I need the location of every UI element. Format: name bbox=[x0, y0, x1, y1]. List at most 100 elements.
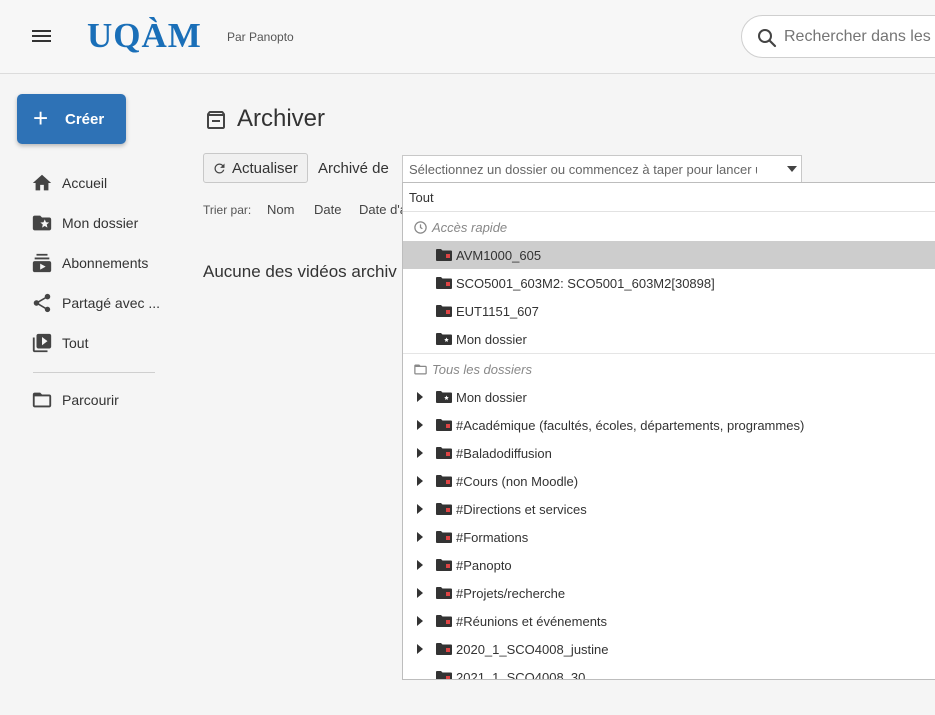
quick-access-label: Accès rapide bbox=[432, 220, 508, 235]
archive-icon bbox=[207, 111, 225, 129]
clock-icon bbox=[414, 221, 427, 234]
folder-label: 2020_1_SCO4008_justine bbox=[456, 642, 609, 657]
folder-icon bbox=[436, 559, 452, 571]
menu-icon[interactable] bbox=[32, 28, 52, 44]
folder-icon bbox=[436, 615, 452, 627]
folder-tree-item[interactable]: #Réunions et événements bbox=[403, 607, 935, 635]
folder-dropdown[interactable]: Tout Accès rapide AVM1000_605 SCO5001_60… bbox=[402, 182, 935, 680]
folder-label: #Panopto bbox=[456, 558, 512, 573]
expand-arrow-icon[interactable] bbox=[417, 504, 423, 514]
sidebar-item-my-folder[interactable]: Mon dossier bbox=[31, 212, 171, 236]
folder-icon bbox=[436, 643, 452, 655]
refresh-icon bbox=[214, 163, 225, 174]
folder-select[interactable]: Sélectionnez un dossier ou commencez à t… bbox=[402, 155, 802, 183]
folder-icon bbox=[436, 503, 452, 515]
folder-outline-icon bbox=[414, 364, 427, 375]
expand-arrow-icon[interactable] bbox=[417, 476, 423, 486]
folder-label: #Projets/recherche bbox=[456, 586, 566, 601]
search-icon bbox=[758, 29, 777, 48]
folder-outline-icon bbox=[32, 392, 52, 408]
expand-arrow-icon[interactable] bbox=[417, 392, 423, 402]
folder-label: #Formations bbox=[456, 530, 529, 545]
sidebar-item-label: Abonnements bbox=[62, 255, 149, 271]
folder-tree-item[interactable]: #Panopto bbox=[403, 551, 935, 579]
refresh-button-label: Actualiser bbox=[232, 160, 298, 177]
folder-tree-item[interactable]: #Académique (facultés, écoles, départeme… bbox=[403, 411, 935, 439]
uqam-logo[interactable]: UQÀM bbox=[87, 16, 202, 56]
all-folders-label: Tous les dossiers bbox=[432, 362, 532, 377]
folder-label: Mon dossier bbox=[456, 332, 527, 347]
folder-star-icon bbox=[436, 333, 452, 345]
folder-icon bbox=[436, 447, 452, 459]
folder-tree-item[interactable]: #Formations bbox=[403, 523, 935, 551]
expand-arrow-icon[interactable] bbox=[417, 616, 423, 626]
search-input[interactable] bbox=[784, 28, 935, 46]
expand-arrow-icon[interactable] bbox=[417, 420, 423, 430]
subscriptions-icon bbox=[32, 253, 52, 273]
sidebar-item-home[interactable]: Accueil bbox=[31, 172, 171, 196]
folder-label: Mon dossier bbox=[456, 390, 527, 405]
sidebar-item-label: Tout bbox=[62, 335, 89, 351]
sidebar-item-label: Accueil bbox=[62, 175, 108, 191]
sidebar-item-label: Parcourir bbox=[62, 392, 119, 408]
page-title-text: Archiver bbox=[237, 105, 326, 132]
expand-arrow-icon[interactable] bbox=[417, 448, 423, 458]
dropdown-option-label: Tout bbox=[409, 190, 434, 205]
folder-icon bbox=[436, 419, 452, 431]
folder-tree-item[interactable]: #Projets/recherche bbox=[403, 579, 935, 607]
folder-icon bbox=[436, 249, 452, 261]
folder-icon bbox=[436, 277, 452, 289]
sidebar-divider bbox=[33, 372, 155, 373]
dropdown-divider bbox=[403, 353, 935, 354]
empty-message: Aucune des vidéos archiv bbox=[203, 262, 397, 281]
quick-access-item[interactable]: EUT1151_607 bbox=[403, 297, 935, 325]
create-button-label: Créer bbox=[65, 111, 105, 128]
quick-access-item[interactable]: SCO5001_603M2: SCO5001_603M2[30898] bbox=[403, 269, 935, 297]
archived-from-label: Archivé de bbox=[318, 160, 389, 177]
sidebar-item-all[interactable]: Tout bbox=[31, 332, 171, 356]
folder-icon bbox=[436, 671, 452, 679]
sidebar-item-subscriptions[interactable]: Abonnements bbox=[31, 252, 171, 276]
quick-access-item[interactable]: AVM1000_605 bbox=[403, 241, 935, 269]
sidebar-item-label: Partagé avec ... bbox=[62, 295, 161, 311]
expand-arrow-icon[interactable] bbox=[417, 588, 423, 598]
expand-arrow-icon[interactable] bbox=[417, 644, 423, 654]
share-icon bbox=[33, 293, 51, 313]
sidebar-item-browse[interactable]: Parcourir bbox=[31, 389, 171, 413]
all-folders-header: Tous les dossiers bbox=[403, 355, 935, 383]
folder-tree-item[interactable]: #Cours (non Moodle) bbox=[403, 467, 935, 495]
create-button[interactable]: + Créer bbox=[17, 94, 126, 144]
sort-option-name[interactable]: Nom bbox=[267, 202, 294, 217]
folder-tree-item[interactable]: #Directions et services bbox=[403, 495, 935, 523]
folder-label: #Cours (non Moodle) bbox=[456, 474, 579, 489]
folder-icon bbox=[436, 305, 452, 317]
folder-icon bbox=[436, 475, 452, 487]
search-box[interactable] bbox=[741, 15, 935, 58]
quick-access-header: Accès rapide bbox=[403, 213, 935, 241]
sort-option-date-archived[interactable]: Date d'a bbox=[359, 202, 407, 217]
folder-star-icon bbox=[32, 215, 52, 231]
folder-icon bbox=[436, 531, 452, 543]
folder-tree-item[interactable]: 2021_1_SCO4008_30 bbox=[403, 663, 935, 680]
chevron-down-icon[interactable] bbox=[787, 166, 797, 172]
folder-tree-item[interactable]: Mon dossier bbox=[403, 383, 935, 411]
folder-label: AVM1000_605 bbox=[456, 248, 542, 263]
folder-tree-item[interactable]: #Baladodiffusion bbox=[403, 439, 935, 467]
expand-arrow-icon[interactable] bbox=[417, 532, 423, 542]
folder-label: #Réunions et événements bbox=[456, 614, 608, 629]
folder-label: 2021_1_SCO4008_30 bbox=[456, 670, 586, 680]
dropdown-option-all[interactable]: Tout bbox=[403, 183, 935, 212]
folder-label: EUT1151_607 bbox=[456, 304, 539, 319]
folder-label: #Baladodiffusion bbox=[456, 446, 552, 461]
expand-arrow-icon[interactable] bbox=[417, 560, 423, 570]
folder-label: SCO5001_603M2: SCO5001_603M2[30898] bbox=[456, 276, 715, 291]
folder-tree-item[interactable]: 2020_1_SCO4008_justine bbox=[403, 635, 935, 663]
folder-label: #Académique (facultés, écoles, départeme… bbox=[456, 418, 805, 433]
refresh-button[interactable]: Actualiser bbox=[203, 153, 308, 183]
home-icon bbox=[32, 174, 52, 191]
quick-access-item[interactable]: Mon dossier bbox=[403, 325, 935, 353]
sidebar-item-shared[interactable]: Partagé avec ... bbox=[31, 292, 171, 316]
video-library-icon bbox=[32, 333, 52, 353]
plus-icon: + bbox=[33, 103, 49, 133]
sort-option-date[interactable]: Date bbox=[314, 202, 341, 217]
